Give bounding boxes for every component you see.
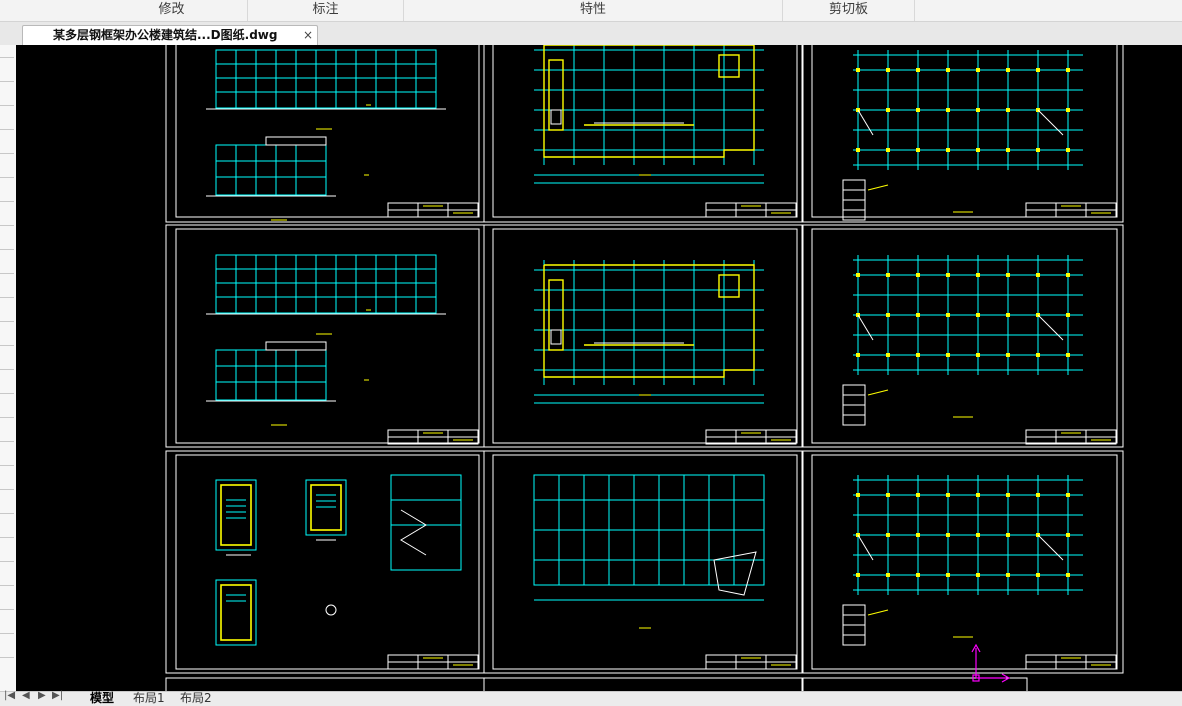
ribbon-group-clipboard[interactable]: 剪切板 xyxy=(783,0,915,21)
cad-drawing-sheets xyxy=(165,45,1124,691)
palette-divider xyxy=(0,489,14,490)
document-tab[interactable]: 某多层钢框架办公楼建筑结...D图纸.dwg × xyxy=(22,25,318,45)
document-tab-bar: 某多层钢框架办公楼建筑结...D图纸.dwg × xyxy=(0,22,1182,45)
palette-divider xyxy=(0,129,14,130)
palette-divider xyxy=(0,513,14,514)
palette-divider xyxy=(0,441,14,442)
palette-divider xyxy=(0,153,14,154)
tab-model[interactable]: 模型 xyxy=(90,691,114,705)
ribbon-group-clipboard-label: 剪切板 xyxy=(828,2,868,17)
palette-divider xyxy=(0,537,14,538)
palette-divider xyxy=(0,225,14,226)
first-layout-icon[interactable]: |◀ xyxy=(4,690,15,701)
palette-divider xyxy=(0,561,14,562)
sheet-frames xyxy=(165,45,1124,691)
palette-divider xyxy=(0,273,14,274)
palette-divider xyxy=(0,585,14,586)
document-tab-title: 某多层钢框架办公楼建筑结...D图纸.dwg xyxy=(53,28,278,42)
palette-divider xyxy=(0,297,14,298)
palette-divider xyxy=(0,369,14,370)
ribbon-group-dimension[interactable]: 标注 xyxy=(248,0,404,21)
palette-divider xyxy=(0,249,14,250)
next-layout-icon[interactable]: ▶ xyxy=(38,690,46,701)
layout-tab-bar: |◀ ◀ ▶ ▶| 模型 布局1 布局2 xyxy=(0,690,1182,706)
palette-divider xyxy=(0,177,14,178)
palette-divider xyxy=(0,609,14,610)
palette-divider xyxy=(0,57,14,58)
last-layout-icon[interactable]: ▶| xyxy=(52,690,63,701)
palette-divider xyxy=(0,465,14,466)
palette-divider xyxy=(0,417,14,418)
ribbon-group-modify-label: 修改 xyxy=(158,2,185,17)
left-palette-strip[interactable] xyxy=(0,45,17,691)
palette-divider xyxy=(0,321,14,322)
ribbon-group-modify[interactable]: 修改 xyxy=(96,0,248,21)
palette-divider xyxy=(0,633,14,634)
palette-divider xyxy=(0,105,14,106)
close-icon[interactable]: × xyxy=(303,26,313,45)
tab-layout2[interactable]: 布局2 xyxy=(180,691,212,705)
tab-layout1[interactable]: 布局1 xyxy=(133,691,165,705)
ribbon-panel-bar: 修改 标注 特性 剪切板 xyxy=(0,0,1182,22)
palette-divider xyxy=(0,657,14,658)
drawing-canvas[interactable] xyxy=(16,45,1182,691)
ribbon-group-properties-label: 特性 xyxy=(579,2,606,17)
palette-divider xyxy=(0,81,14,82)
palette-divider xyxy=(0,393,14,394)
palette-divider xyxy=(0,201,14,202)
ucs-axis-icon xyxy=(971,643,1011,683)
prev-layout-icon[interactable]: ◀ xyxy=(22,690,30,701)
ribbon-group-dimension-label: 标注 xyxy=(312,2,339,17)
ribbon-group-properties[interactable]: 特性 xyxy=(404,0,783,21)
palette-divider xyxy=(0,345,14,346)
